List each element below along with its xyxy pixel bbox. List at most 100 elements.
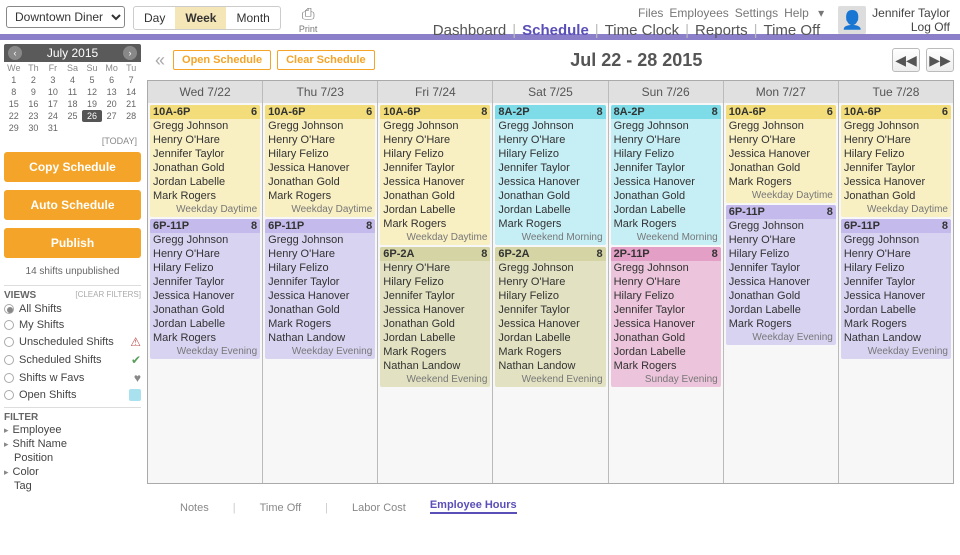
employee-name[interactable]: Jennifer Taylor	[844, 275, 948, 289]
employee-name[interactable]: Jessica Hanover	[844, 289, 948, 303]
employee-name[interactable]: Gregg Johnson	[844, 233, 948, 247]
shift-block[interactable]: 10A-6P8Gregg JohnsonHenry O'HareHilary F…	[380, 105, 490, 245]
employee-name[interactable]: Jordan Labelle	[498, 331, 602, 345]
employee-name[interactable]: Henry O'Hare	[844, 133, 948, 147]
cal-day[interactable]: 30	[24, 122, 44, 134]
filter-tag[interactable]: Tag	[4, 479, 141, 493]
nav-employees[interactable]: Employees	[669, 6, 728, 20]
employee-name[interactable]: Jonathan Gold	[153, 161, 257, 175]
cal-day[interactable]: 21	[121, 98, 141, 110]
cal-next-icon[interactable]: ›	[123, 46, 137, 60]
employee-name[interactable]: Jennifer Taylor	[268, 275, 372, 289]
cal-day[interactable]: 4	[63, 74, 83, 86]
employee-name[interactable]: Henry O'Hare	[498, 275, 602, 289]
nav-reports[interactable]: Reports	[695, 22, 748, 39]
shift-block[interactable]: 6P-11P8Gregg JohnsonHenry O'HareHilary F…	[726, 205, 836, 345]
view-shifts-w-favs[interactable]: Shifts w Favs♥	[4, 369, 141, 387]
employee-name[interactable]: Jordan Labelle	[383, 203, 487, 217]
cal-day[interactable]: 26	[82, 110, 102, 122]
employee-name[interactable]: Gregg Johnson	[614, 261, 718, 275]
cal-day[interactable]: 13	[102, 86, 122, 98]
employee-name[interactable]: Jonathan Gold	[383, 317, 487, 331]
employee-name[interactable]: Hilary Felizo	[844, 261, 948, 275]
log-off[interactable]: Log Off	[872, 20, 950, 34]
employee-name[interactable]: Jordan Labelle	[153, 175, 257, 189]
cal-day[interactable]: 31	[43, 122, 63, 134]
employee-name[interactable]: Jonathan Gold	[614, 331, 718, 345]
nav-time-clock[interactable]: Time Clock	[605, 22, 679, 39]
employee-name[interactable]: Nathan Landow	[498, 359, 602, 373]
employee-name[interactable]: Jessica Hanover	[268, 161, 372, 175]
collapse-sidebar-icon[interactable]: «	[155, 50, 165, 71]
employee-name[interactable]: Mark Rogers	[614, 359, 718, 373]
employee-name[interactable]: Henry O'Hare	[268, 133, 372, 147]
employee-name[interactable]: Henry O'Hare	[383, 261, 487, 275]
employee-name[interactable]: Gregg Johnson	[383, 119, 487, 133]
cal-day[interactable]: 3	[43, 74, 63, 86]
employee-name[interactable]: Mark Rogers	[268, 189, 372, 203]
employee-name[interactable]: Jessica Hanover	[383, 175, 487, 189]
employee-name[interactable]: Jessica Hanover	[729, 275, 833, 289]
employee-name[interactable]: Henry O'Hare	[614, 133, 718, 147]
employee-name[interactable]: Mark Rogers	[383, 217, 487, 231]
bottom-tab-labor-cost[interactable]: Labor Cost	[352, 502, 406, 514]
employee-name[interactable]: Gregg Johnson	[614, 119, 718, 133]
employee-name[interactable]: Hilary Felizo	[844, 147, 948, 161]
mini-calendar[interactable]: WeThFrSaSuMoTu 1234567891011121314151617…	[4, 62, 141, 134]
employee-name[interactable]: Mark Rogers	[729, 317, 833, 331]
view-open-shifts[interactable]: Open Shifts	[4, 387, 141, 403]
filter-position[interactable]: Position	[4, 451, 141, 465]
employee-name[interactable]: Nathan Landow	[268, 331, 372, 345]
employee-name[interactable]: Gregg Johnson	[153, 233, 257, 247]
filter-employee[interactable]: Employee	[4, 423, 141, 437]
employee-name[interactable]: Jennifer Taylor	[153, 147, 257, 161]
employee-name[interactable]: Jennifer Taylor	[498, 161, 602, 175]
shift-block[interactable]: 6P-11P8Gregg JohnsonHenry O'HareHilary F…	[841, 219, 951, 359]
cal-day[interactable]: 29	[4, 122, 24, 134]
cal-day[interactable]: 25	[63, 110, 83, 122]
employee-name[interactable]: Jessica Hanover	[383, 303, 487, 317]
employee-name[interactable]: Gregg Johnson	[498, 119, 602, 133]
cal-day[interactable]: 24	[43, 110, 63, 122]
employee-name[interactable]: Jessica Hanover	[153, 289, 257, 303]
employee-name[interactable]: Mark Rogers	[383, 345, 487, 359]
employee-name[interactable]: Nathan Landow	[383, 359, 487, 373]
employee-name[interactable]: Mark Rogers	[498, 345, 602, 359]
open-schedule-button[interactable]: Open Schedule	[173, 50, 271, 70]
cal-day[interactable]: 2	[24, 74, 44, 86]
cal-day[interactable]: 27	[102, 110, 122, 122]
employee-name[interactable]: Henry O'Hare	[729, 233, 833, 247]
employee-name[interactable]: Hilary Felizo	[498, 147, 602, 161]
employee-name[interactable]: Gregg Johnson	[153, 119, 257, 133]
cal-day[interactable]: 5	[82, 74, 102, 86]
employee-name[interactable]: Henry O'Hare	[498, 133, 602, 147]
employee-name[interactable]: Jonathan Gold	[614, 189, 718, 203]
nav-files[interactable]: Files	[638, 6, 663, 20]
employee-name[interactable]: Hilary Felizo	[614, 147, 718, 161]
employee-name[interactable]: Hilary Felizo	[383, 275, 487, 289]
employee-name[interactable]: Jonathan Gold	[498, 189, 602, 203]
employee-name[interactable]: Nathan Landow	[844, 331, 948, 345]
employee-name[interactable]: Jonathan Gold	[268, 175, 372, 189]
employee-name[interactable]: Jordan Labelle	[844, 303, 948, 317]
shift-block[interactable]: 8A-2P8Gregg JohnsonHenry O'HareHilary Fe…	[495, 105, 605, 245]
nav-settings[interactable]: Settings	[735, 6, 778, 20]
cal-day[interactable]: 20	[102, 98, 122, 110]
cal-day[interactable]: 9	[24, 86, 44, 98]
filter-shift-name[interactable]: Shift Name	[4, 437, 141, 451]
cal-day[interactable]: 17	[43, 98, 63, 110]
view-unscheduled-shifts[interactable]: Unscheduled Shifts⚠	[4, 333, 141, 351]
shift-block[interactable]: 10A-6P6Gregg JohnsonHenry O'HareHilary F…	[841, 105, 951, 217]
view-my-shifts[interactable]: My Shifts	[4, 317, 141, 333]
user-name[interactable]: Jennifer Taylor	[872, 6, 950, 20]
employee-name[interactable]: Henry O'Hare	[268, 247, 372, 261]
employee-name[interactable]: Jordan Labelle	[383, 331, 487, 345]
tab-day[interactable]: Day	[134, 7, 175, 29]
employee-name[interactable]: Henry O'Hare	[153, 133, 257, 147]
cal-day[interactable]: 8	[4, 86, 24, 98]
cal-day[interactable]: 6	[102, 74, 122, 86]
cal-day[interactable]: 11	[63, 86, 83, 98]
employee-name[interactable]: Gregg Johnson	[844, 119, 948, 133]
today-link[interactable]: [TODAY]	[4, 134, 141, 148]
cal-day[interactable]: 15	[4, 98, 24, 110]
